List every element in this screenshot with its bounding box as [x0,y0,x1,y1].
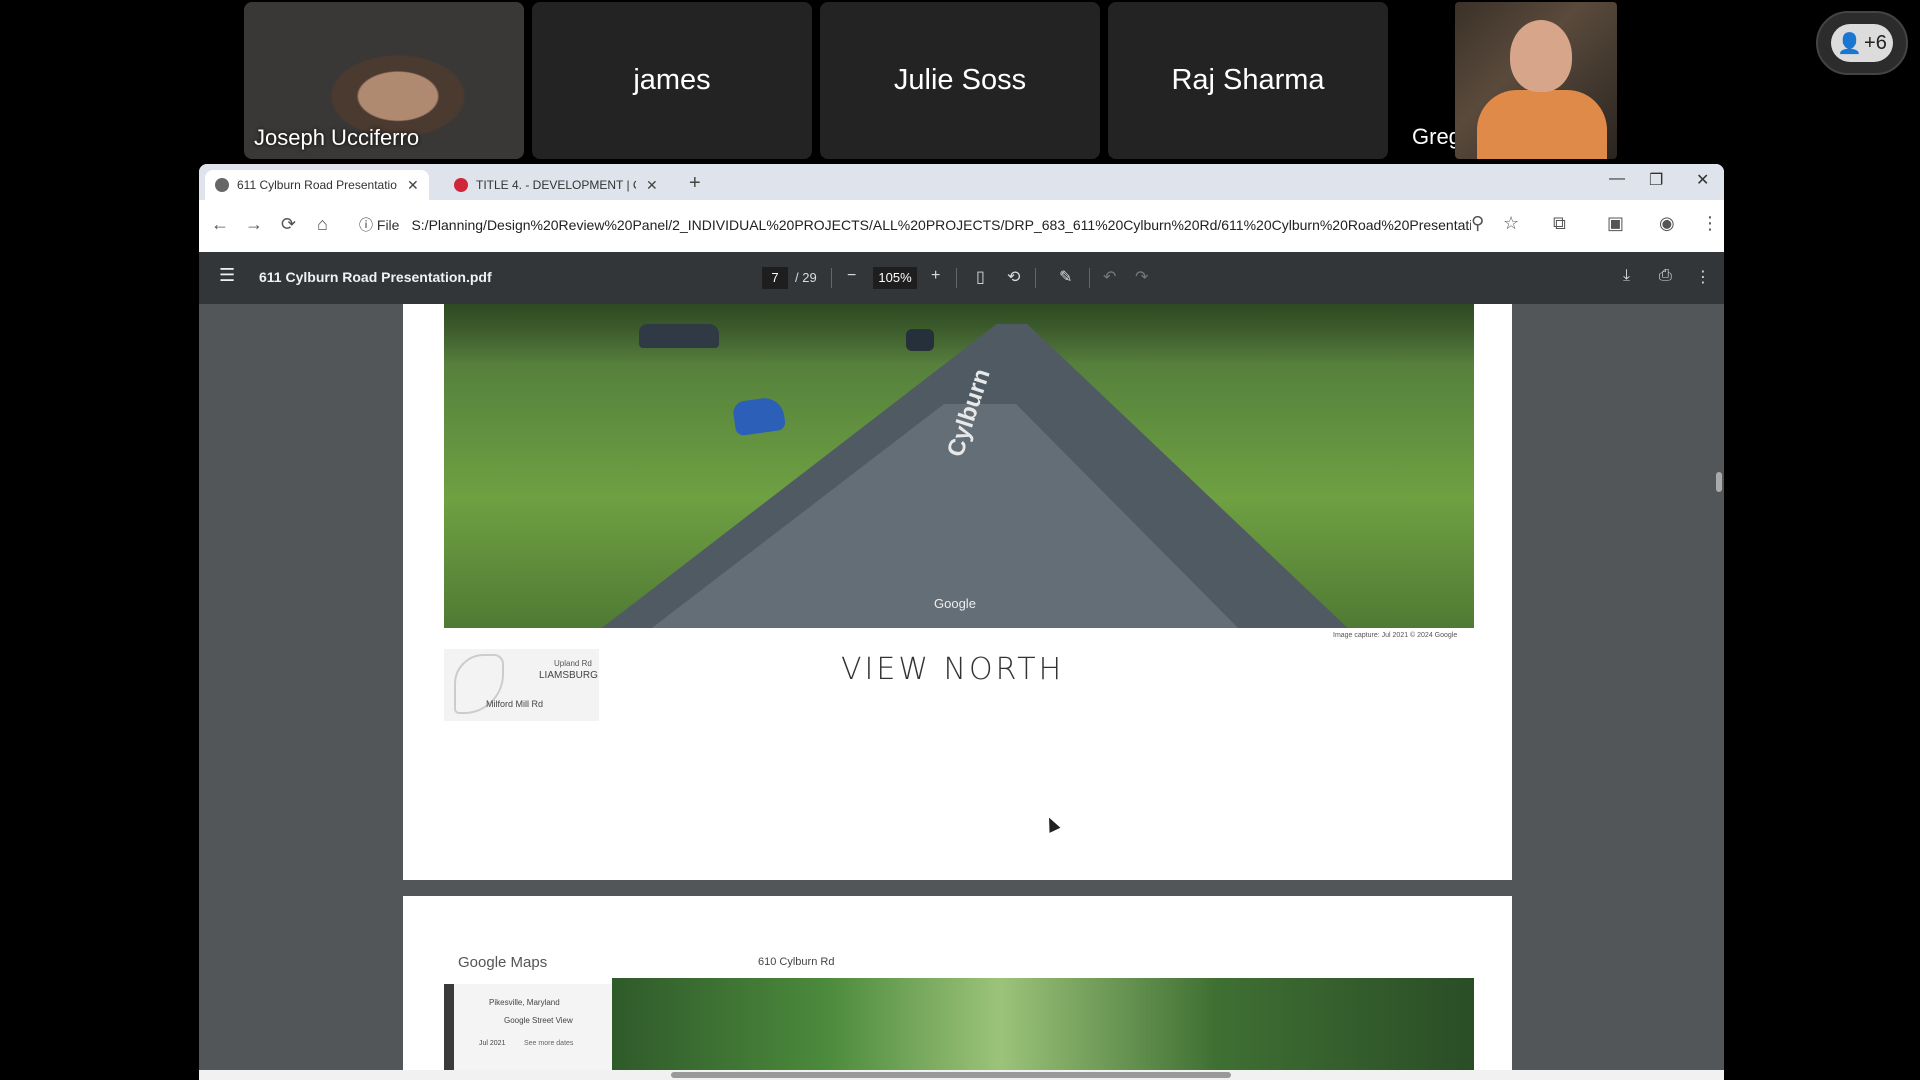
more-count: +6 [1864,31,1887,54]
minimize-icon[interactable]: — [1609,170,1625,188]
participant-name: Joseph Ucciferro [254,125,420,150]
video-figure [1510,20,1572,92]
url-text: S:/Planning/Design%20Review%20Panel/2_IN… [411,217,1472,233]
pdf-page: Cylburn Google Image capture: Jul 2021 ©… [403,304,1512,880]
sv-type: Google Street View [504,1016,573,1025]
annotate-icon[interactable]: ✎ [1059,267,1072,287]
redo-icon[interactable]: ↷ [1135,267,1148,287]
pdf-toolbar: ☰ 611 Cylburn Road Presentation.pdf 7 / … [199,252,1724,304]
participant-video[interactable] [1455,2,1617,159]
video-figure [1477,90,1607,159]
image-caption: Image capture: Jul 2021 © 2024 Google [1333,632,1458,639]
home-icon[interactable]: ⌂ [317,214,328,235]
close-window-icon[interactable]: ✕ [1696,170,1709,190]
sv-place: Pikesville, Maryland [489,998,560,1007]
distant-car [906,329,934,351]
participant-tile[interactable]: Julie Soss [820,2,1100,159]
profile-icon[interactable]: ◉ [1659,213,1675,234]
restore-icon[interactable]: ❐ [1649,170,1663,190]
person-icon: 👤 [1837,32,1863,55]
site-icon [454,178,468,192]
tab-development-code[interactable]: TITLE 4. - DEVELOPMENT | Cod ✕ [444,170,668,200]
parked-car [639,324,719,348]
divider [831,268,832,288]
tab-bar: 611 Cylburn Road Presentation ✕ TITLE 4.… [199,164,1724,200]
globe-icon [215,178,229,192]
google-watermark: Google [934,596,976,611]
scroll-thumb[interactable] [1716,472,1722,492]
divider [1035,268,1036,288]
browser-menu-icon[interactable]: ⋮ [1701,213,1719,234]
browser-toolbar: ← → ⟳ ⌂ ⓘ File S:/Planning/Design%20Revi… [199,200,1724,252]
street-view-card: Pikesville, Maryland Google Street View … [444,984,612,1080]
map-label: Milford Mill Rd [486,699,544,709]
participant-strip: Joseph Ucciferro james Julie Soss Raj Sh… [0,0,1920,165]
new-tab-icon[interactable]: + [689,172,701,195]
zoom-input[interactable]: 105% [873,267,917,289]
divider [1089,268,1090,288]
pdf-viewer[interactable]: Cylburn Google Image capture: Jul 2021 ©… [199,304,1724,1080]
back-icon[interactable]: ← [211,214,229,235]
participant-tile[interactable]: Raj Sharma [1108,2,1388,159]
address-label: 610 Cylburn Rd [758,956,835,968]
divider [956,268,957,288]
tab-presentation[interactable]: 611 Cylburn Road Presentation ✕ [205,170,429,200]
participant-name: Julie Soss [893,64,1027,96]
zoom-in-icon[interactable]: + [931,267,940,285]
participant-tile[interactable]: Joseph Ucciferro [244,2,524,159]
rotate-icon[interactable]: ⟲ [1007,267,1020,287]
map-label: Upland Rd [554,659,592,668]
participant-tile[interactable]: james [532,2,812,159]
zoom-icon[interactable]: ⚲ [1471,213,1484,234]
pdf-menu-icon[interactable]: ☰ [219,265,235,286]
participant-name: Raj Sharma [1171,64,1325,96]
page-number-input[interactable]: 7 [762,267,788,289]
download-icon[interactable]: ⤓ [1623,267,1630,285]
mini-map: Upland Rd LIAMSBURG Milford Mill Rd [444,649,599,721]
street-view-image: Cylburn Google [444,304,1474,628]
sidepanel-icon[interactable]: ▣ [1607,213,1624,234]
sv-date: Jul 2021 [479,1040,506,1047]
forward-icon[interactable]: → [245,214,263,235]
trash-bin [731,395,787,437]
scroll-thumb[interactable] [671,1072,1231,1078]
street-view-image [612,978,1474,1080]
bookmark-star-icon[interactable]: ☆ [1503,213,1519,234]
handwritten-annotation: VIEW NORTH [841,652,1065,687]
extensions-icon[interactable]: ⧉ [1553,213,1566,234]
reload-icon[interactable]: ⟳ [281,214,296,235]
fit-page-icon[interactable]: ▯ [976,267,985,287]
more-participants-badge[interactable]: 👤 +6 [1831,24,1893,62]
tab-label: TITLE 4. - DEVELOPMENT | Cod [476,178,636,192]
participant-name: Greg [1412,124,1461,149]
tab-label: 611 Cylburn Road Presentation [237,178,397,192]
vertical-scrollbar[interactable] [1714,304,1724,1080]
browser-window: 611 Cylburn Road Presentation ✕ TITLE 4.… [199,164,1724,1080]
sv-more-dates: See more dates [524,1040,574,1047]
zoom-out-icon[interactable]: − [847,267,856,285]
close-tab-icon[interactable]: ✕ [407,177,419,194]
mouse-cursor [1043,815,1061,833]
page-total: / 29 [795,270,817,285]
google-maps-brand: Google Maps [458,954,548,971]
horizontal-scrollbar[interactable] [199,1070,1724,1080]
undo-icon[interactable]: ↶ [1103,267,1116,287]
print-icon[interactable]: ⎙ [1659,267,1672,285]
participant-name: james [633,64,711,96]
site-info-icon[interactable]: ⓘ File [349,215,399,235]
more-options-icon[interactable]: ⋮ [1695,267,1711,287]
close-tab-icon[interactable]: ✕ [646,177,658,194]
pdf-filename: 611 Cylburn Road Presentation.pdf [259,269,492,285]
map-label: LIAMSBURG [539,670,598,681]
pdf-page: Google Maps 610 Cylburn Rd Pikesville, M… [403,896,1512,1080]
